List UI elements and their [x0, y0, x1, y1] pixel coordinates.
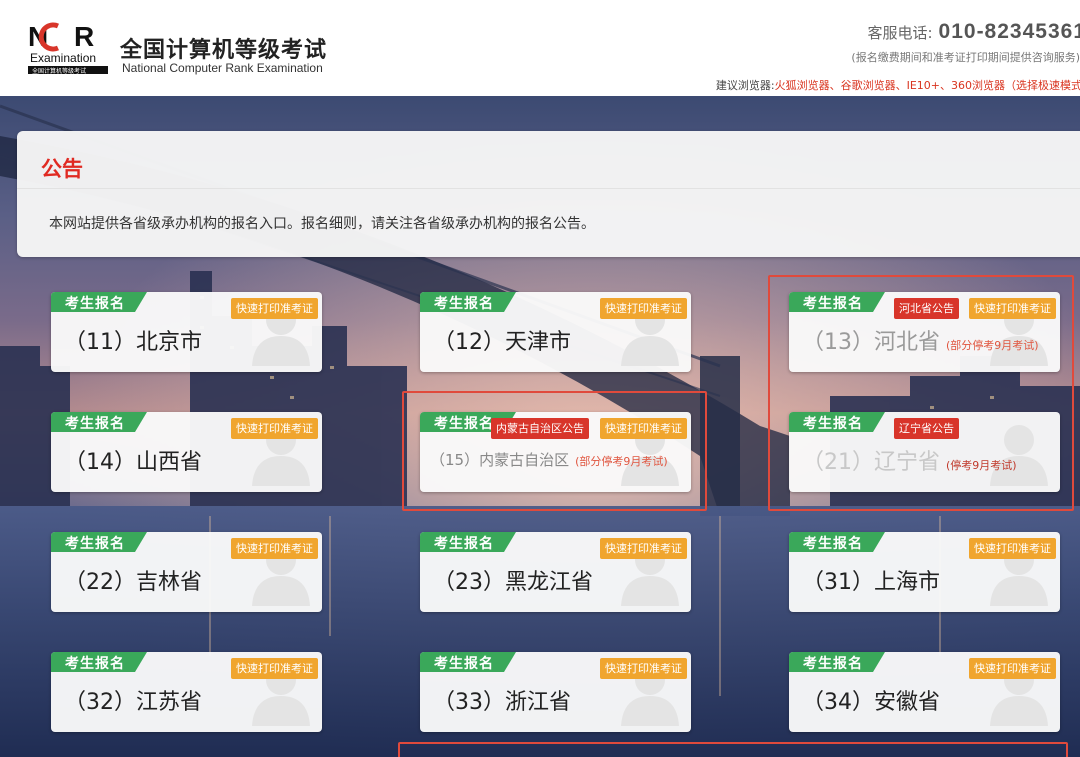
site-header: N R Examination 全国计算机等级考试 全国计算机等级考试 Nati…: [0, 0, 1080, 96]
card-inner-mongolia[interactable]: 考生报名 内蒙古自治区公告 快速打印准考证 （15）内蒙古自治区 (部分停考9月考…: [420, 412, 691, 492]
quick-print-admission-button[interactable]: 快速打印准考证: [600, 298, 687, 319]
province-name: （33）浙江省: [433, 690, 571, 715]
card-jiangsu[interactable]: 考生报名 快速打印准考证 （32）江苏省: [51, 652, 322, 732]
register-badge-label: 考生报名: [803, 296, 863, 312]
suspension-status: (部分停考9月考试): [946, 339, 1039, 352]
card-anhui[interactable]: 考生报名 快速打印准考证 （34）安徽省: [789, 652, 1060, 732]
province-name: （23）黑龙江省: [433, 570, 593, 595]
register-badge-label: 考生报名: [803, 536, 863, 552]
quick-print-admission-button[interactable]: 快速打印准考证: [969, 298, 1056, 319]
register-badge-label: 考生报名: [434, 536, 494, 552]
quick-print-admission-button[interactable]: 快速打印准考证: [969, 538, 1056, 559]
register-badge-label: 考生报名: [803, 416, 863, 432]
card-beijing[interactable]: 考生报名 快速打印准考证 （11）北京市: [51, 292, 322, 372]
register-badge[interactable]: 考生报名: [51, 532, 147, 552]
card-liaoning[interactable]: 考生报名 辽宁省公告 （21）辽宁省 (停考9月考试): [789, 412, 1060, 492]
register-badge[interactable]: 考生报名: [789, 532, 885, 552]
announcement-title: 公告: [41, 157, 83, 181]
browser-label: 建议浏览器:: [715, 79, 775, 92]
province-notice-button[interactable]: 辽宁省公告: [894, 418, 959, 439]
quick-print-admission-button[interactable]: 快速打印准考证: [231, 418, 318, 439]
province-name: （15）内蒙古自治区 (部分停考9月考试): [430, 449, 668, 470]
card-heilongjiang[interactable]: 考生报名 快速打印准考证 （23）黑龙江省: [420, 532, 691, 612]
announcement-divider: [17, 188, 1080, 189]
card-hebei[interactable]: 考生报名 河北省公告 快速打印准考证 （13）河北省 (部分停考9月考试): [789, 292, 1060, 372]
register-badge[interactable]: 考生报名: [420, 532, 516, 552]
province-name: （31）上海市: [802, 570, 940, 595]
province-name: （13）河北省 (部分停考9月考试): [802, 324, 1039, 356]
register-badge-label: 考生报名: [65, 656, 125, 672]
svg-text:全国计算机等级考试: 全国计算机等级考试: [32, 67, 86, 75]
quick-print-admission-button[interactable]: 快速打印准考证: [969, 658, 1056, 679]
quick-print-admission-button[interactable]: 快速打印准考证: [600, 538, 687, 559]
browser-list: 火狐浏览器、谷歌浏览器、IE10+、360浏览器（选择极速模式: [774, 79, 1080, 92]
province-name: （14）山西省: [64, 450, 202, 475]
province-name: （34）安徽省: [802, 690, 940, 715]
province-name-text: （13）河北省: [802, 330, 940, 355]
quick-print-admission-button[interactable]: 快速打印准考证: [600, 418, 687, 439]
register-badge-label: 考生报名: [803, 656, 863, 672]
card-jilin[interactable]: 考生报名 快速打印准考证 （22）吉林省: [51, 532, 322, 612]
register-badge[interactable]: 考生报名: [420, 292, 516, 312]
phone-number: 010-82345361: [938, 20, 1080, 43]
hotline: 客服电话: 010-82345361: [867, 20, 1080, 44]
phone-label: 客服电话:: [867, 24, 933, 42]
card-shanxi[interactable]: 考生报名 快速打印准考证 （14）山西省: [51, 412, 322, 492]
register-badge-label: 考生报名: [65, 536, 125, 552]
phone-note: (报名缴费期间和准考证打印期间提供咨询服务): [851, 51, 1080, 64]
announcement-panel: 公告 本网站提供各省级承办机构的报名入口。报名细则，请关注各省级承办机构的报名公…: [17, 131, 1080, 257]
province-name: （22）吉林省: [64, 570, 202, 595]
province-name: （21）辽宁省 (停考9月考试): [802, 444, 1017, 476]
svg-text:Examination: Examination: [30, 51, 96, 65]
suspension-status: (停考9月考试): [946, 459, 1017, 472]
register-badge-label: 考生报名: [434, 656, 494, 672]
province-name-text: （21）辽宁省: [802, 450, 940, 475]
register-badge[interactable]: 考生报名: [789, 652, 885, 672]
province-name: （12）天津市: [433, 330, 571, 355]
register-badge-label: 考生报名: [434, 416, 494, 432]
province-name: （32）江苏省: [64, 690, 202, 715]
quick-print-admission-button[interactable]: 快速打印准考证: [231, 298, 318, 319]
province-name: （11）北京市: [64, 330, 202, 355]
register-badge-label: 考生报名: [65, 416, 125, 432]
quick-print-admission-button[interactable]: 快速打印准考证: [600, 658, 687, 679]
svg-text:R: R: [74, 22, 94, 52]
register-badge[interactable]: 考生报名: [789, 292, 885, 312]
quick-print-admission-button[interactable]: 快速打印准考证: [231, 538, 318, 559]
register-badge-label: 考生报名: [434, 296, 494, 312]
register-badge[interactable]: 考生报名: [789, 412, 885, 432]
announcement-text: 本网站提供各省级承办机构的报名入口。报名细则，请关注各省级承办机构的报名公告。: [49, 216, 595, 232]
quick-print-admission-button[interactable]: 快速打印准考证: [231, 658, 318, 679]
register-badge[interactable]: 考生报名: [51, 292, 147, 312]
suspension-status: (部分停考9月考试): [575, 455, 668, 468]
register-badge[interactable]: 考生报名: [51, 412, 147, 432]
card-tianjin[interactable]: 考生报名 快速打印准考证 （12）天津市: [420, 292, 691, 372]
ncre-logo[interactable]: N R Examination 全国计算机等级考试: [28, 22, 112, 76]
browser-recommendation: 建议浏览器:火狐浏览器、谷歌浏览器、IE10+、360浏览器（选择极速模式: [716, 77, 1080, 93]
site-title: 全国计算机等级考试: [120, 38, 328, 63]
card-zhejiang[interactable]: 考生报名 快速打印准考证 （33）浙江省: [420, 652, 691, 732]
province-notice-button[interactable]: 河北省公告: [894, 298, 959, 319]
province-notice-button[interactable]: 内蒙古自治区公告: [491, 418, 589, 439]
register-badge-label: 考生报名: [65, 296, 125, 312]
site-subtitle: National Computer Rank Examination: [122, 61, 323, 75]
register-badge[interactable]: 考生报名: [51, 652, 147, 672]
card-shanghai[interactable]: 考生报名 快速打印准考证 （31）上海市: [789, 532, 1060, 612]
province-name-text: （15）内蒙古自治区: [430, 451, 570, 469]
register-badge[interactable]: 考生报名: [420, 652, 516, 672]
